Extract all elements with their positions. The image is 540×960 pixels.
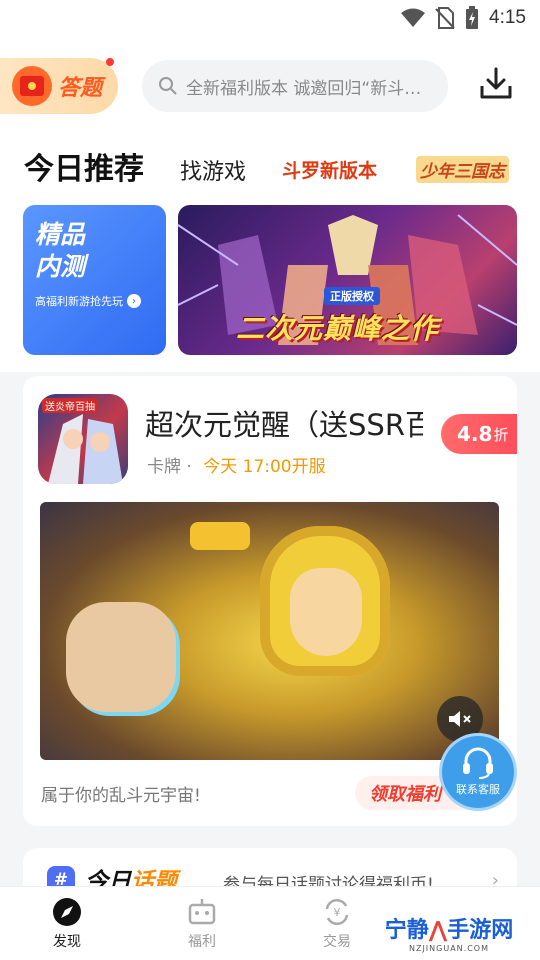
banner-caption: 二次元巅峰之作 bbox=[236, 312, 440, 345]
download-icon[interactable] bbox=[478, 66, 514, 102]
banner-row: 精品 内测 高福利新游抢先玩 › 正版授权 二次元巅峰之作 bbox=[0, 200, 540, 372]
gift-robot-icon bbox=[188, 899, 216, 925]
tab-today-recommend[interactable]: 今日推荐 bbox=[24, 144, 144, 188]
svg-text:¥: ¥ bbox=[334, 906, 341, 919]
game-card[interactable]: 送炎帝百抽 超次元觉醒（送SSR百抽） 卡牌 · 今天 17:00开服 4.8 … bbox=[23, 376, 517, 826]
watermark-sub: NZJINGUAN.COM bbox=[408, 944, 489, 953]
nav-label-discover: 发现 bbox=[53, 934, 81, 950]
game-video[interactable] bbox=[40, 502, 499, 760]
watermark-title: 宁静⋀手游网 bbox=[364, 912, 534, 944]
status-time: 4:15 bbox=[489, 7, 526, 28]
nav-benefits[interactable]: 福利 bbox=[162, 897, 242, 951]
watermark-logo-icon: ⋀ bbox=[428, 918, 448, 943]
game-category: 卡牌 bbox=[147, 457, 181, 477]
customer-service-label: 联系客服 bbox=[456, 783, 500, 796]
nav-label-benefits: 福利 bbox=[188, 934, 216, 950]
site-watermark: 宁静⋀手游网 NZJINGUAN.COM bbox=[364, 912, 534, 953]
customer-service-button[interactable]: 联系客服 bbox=[442, 736, 514, 808]
status-bar: 4:15 bbox=[0, 0, 540, 36]
discount-value: 4.8 bbox=[457, 422, 493, 446]
headset-icon bbox=[463, 747, 493, 779]
game-description: 属于你的乱斗元宇宙! bbox=[41, 786, 201, 806]
arrow-right-icon: › bbox=[127, 294, 141, 308]
game-title[interactable]: 超次元觉醒（送SSR百抽） bbox=[145, 402, 423, 444]
quiz-button[interactable]: 答题 bbox=[0, 58, 118, 114]
speaker-muted-icon bbox=[449, 711, 471, 727]
video-hero-face bbox=[290, 568, 362, 656]
compass-icon bbox=[53, 898, 81, 926]
watermark-part1: 宁静 bbox=[384, 918, 429, 943]
nav-discover[interactable]: 发现 bbox=[27, 897, 107, 951]
banner-subtitle-text: 高福利新游抢先玩 bbox=[35, 295, 123, 308]
status-icons: 4:15 bbox=[401, 6, 526, 30]
beta-test-banner[interactable]: 精品 内测 高福利新游抢先玩 › bbox=[23, 205, 166, 355]
wifi-icon bbox=[401, 8, 426, 27]
discount-unit: 折 bbox=[493, 425, 509, 444]
video-hero-fist bbox=[66, 602, 176, 712]
banner-subtitle: 高福利新游抢先玩 › bbox=[35, 293, 154, 309]
meta-separator: · bbox=[186, 457, 192, 477]
no-sim-icon bbox=[435, 7, 455, 29]
tab-sanguo[interactable]: 少年三国志 bbox=[416, 156, 509, 183]
tab-find-games[interactable]: 找游戏 bbox=[180, 154, 246, 186]
category-tabs: 今日推荐 找游戏 斗罗新版本 少年三国志 bbox=[0, 136, 540, 200]
banner-title-line1: 精品 bbox=[35, 220, 86, 249]
game-meta: 卡牌 · 今天 17:00开服 bbox=[147, 452, 326, 477]
header: 答题 全新福利版本 诚邀回归“新斗罗大陆” bbox=[0, 36, 540, 136]
tab-douluo[interactable]: 斗罗新版本 bbox=[282, 156, 377, 183]
search-placeholder: 全新福利版本 诚邀回归“新斗罗大陆” bbox=[186, 78, 426, 99]
battery-charging-icon bbox=[466, 6, 479, 29]
banner-title-line2: 内测 bbox=[35, 252, 86, 281]
promo-banner[interactable]: 正版授权 二次元巅峰之作 bbox=[178, 205, 517, 355]
server-open-time: 今天 17:00开服 bbox=[203, 457, 326, 477]
quiz-label: 答题 bbox=[58, 76, 103, 101]
watermark-part2: 手游网 bbox=[447, 918, 514, 943]
video-car bbox=[190, 522, 250, 550]
discount-badge: 4.8 折 bbox=[441, 414, 517, 454]
search-icon bbox=[159, 77, 177, 95]
game-icon-tag: 送炎帝百抽 bbox=[42, 398, 98, 413]
nav-label-trade: 交易 bbox=[323, 934, 351, 950]
red-envelope-icon bbox=[12, 66, 52, 106]
game-icon[interactable]: 送炎帝百抽 bbox=[38, 394, 128, 484]
exchange-icon: ¥ bbox=[325, 899, 349, 925]
search-bar[interactable]: 全新福利版本 诚邀回归“新斗罗大陆” bbox=[142, 60, 448, 112]
notification-dot bbox=[106, 58, 114, 66]
licensed-badge: 正版授权 bbox=[324, 287, 380, 305]
